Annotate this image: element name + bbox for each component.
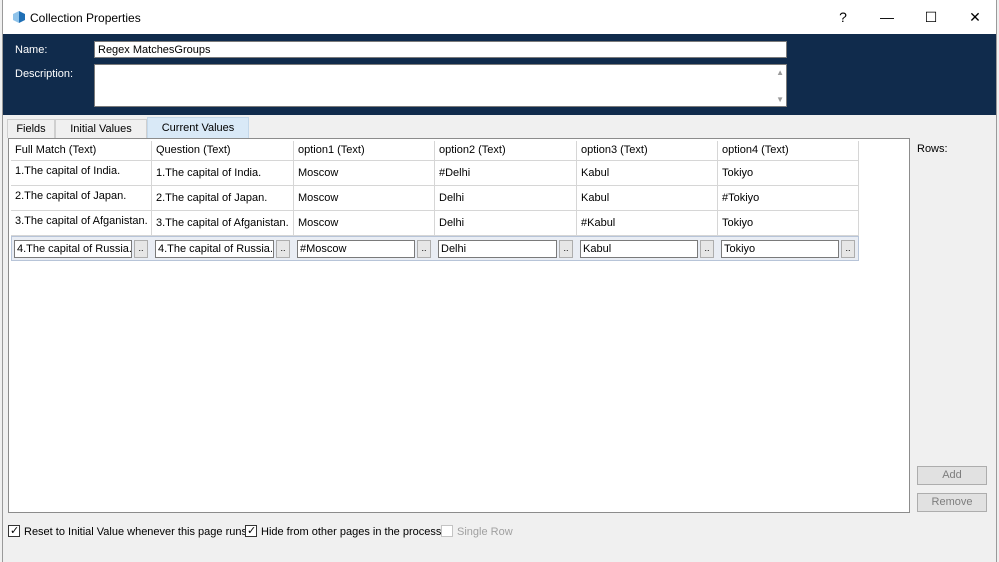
column-header-option1[interactable]: option1 (Text) — [294, 141, 435, 161]
remove-button[interactable]: Remove — [917, 493, 987, 512]
name-label: Name: — [15, 44, 48, 56]
single-row-checkbox[interactable]: Single Row — [441, 525, 521, 539]
column-header-option4[interactable]: option4 (Text) — [718, 141, 859, 161]
grid-cell[interactable]: Tokiyo — [718, 161, 859, 186]
edit-cell-option4[interactable]: Tokiyo — [721, 240, 839, 258]
edit-ellipsis-button[interactable]: .. — [559, 240, 573, 258]
hide-checkbox[interactable]: ✓ Hide from other pages in the process — [245, 525, 441, 539]
grid-cell[interactable]: Moscow — [294, 186, 435, 211]
grid-cell[interactable]: 3.The capital of Afganistan. — [11, 211, 152, 236]
edit-cell-full-match[interactable]: 4.The capital of Russia. — [14, 240, 132, 258]
edit-ellipsis-button[interactable]: .. — [417, 240, 431, 258]
grid-cell[interactable]: Moscow — [294, 161, 435, 186]
app-icon — [13, 11, 25, 23]
column-header-full-match[interactable]: Full Match (Text) — [11, 141, 152, 161]
rows-label: Rows: — [917, 143, 948, 155]
add-button[interactable]: Add — [917, 466, 987, 485]
edit-ellipsis-button[interactable]: .. — [134, 240, 148, 258]
edit-cell-option1[interactable]: #Moscow — [297, 240, 415, 258]
edit-cell-option3[interactable]: Kabul — [580, 240, 698, 258]
grid-cell[interactable]: Tokiyo — [718, 211, 859, 236]
checkbox-box[interactable]: ✓ — [245, 525, 257, 537]
grid-cell[interactable]: 3.The capital of Afganistan. — [152, 211, 294, 236]
grid-cell[interactable]: Kabul — [577, 161, 718, 186]
help-button[interactable]: ? — [821, 0, 865, 34]
grid-cell[interactable]: 2.The capital of Japan. — [152, 186, 294, 211]
scroll-up-icon[interactable]: ▲ — [776, 68, 784, 77]
values-grid: Full Match (Text) Question (Text) option… — [8, 138, 910, 513]
edit-ellipsis-button[interactable]: .. — [841, 240, 855, 258]
scroll-down-icon[interactable]: ▼ — [776, 95, 784, 104]
maximize-button[interactable]: ☐ — [909, 0, 953, 34]
edit-ellipsis-button[interactable]: .. — [276, 240, 290, 258]
check-icon: ✓ — [247, 525, 257, 537]
grid-cell[interactable]: Kabul — [577, 186, 718, 211]
close-button[interactable]: ✕ — [953, 0, 997, 34]
hide-checkbox-label: Hide from other pages in the process — [261, 526, 442, 538]
window-title: Collection Properties — [30, 11, 141, 25]
column-header-option2[interactable]: option2 (Text) — [435, 141, 577, 161]
grid-cell[interactable]: Delhi — [435, 211, 577, 236]
tab-current-values[interactable]: Current Values — [147, 117, 249, 139]
edit-ellipsis-button[interactable]: .. — [700, 240, 714, 258]
title-bar: Collection Properties ? — ☐ ✕ — [3, 0, 996, 34]
grid-cell[interactable]: #Delhi — [435, 161, 577, 186]
tab-fields[interactable]: Fields — [7, 119, 55, 138]
description-label: Description: — [15, 68, 74, 80]
grid-cell[interactable]: 1.The capital of India. — [152, 161, 294, 186]
column-header-option3[interactable]: option3 (Text) — [577, 141, 718, 161]
checkbox-box[interactable] — [441, 525, 453, 537]
reset-checkbox[interactable]: ✓ Reset to Initial Value whenever this p… — [8, 525, 247, 539]
collection-properties-dialog: Collection Properties ? — ☐ ✕ Name: Rege… — [2, 0, 997, 562]
properties-header: Name: Regex MatchesGroups Description: ▲… — [3, 34, 996, 115]
checkbox-box[interactable]: ✓ — [8, 525, 20, 537]
check-icon: ✓ — [10, 525, 20, 537]
grid-cell[interactable]: Moscow — [294, 211, 435, 236]
edit-cell-option2[interactable]: Delhi — [438, 240, 557, 258]
column-header-question[interactable]: Question (Text) — [152, 141, 294, 161]
edit-row: 4.The capital of Russia. .. 4.The capita… — [11, 236, 859, 261]
grid-cell[interactable]: #Kabul — [577, 211, 718, 236]
grid-cell[interactable]: Delhi — [435, 186, 577, 211]
reset-checkbox-label: Reset to Initial Value whenever this pag… — [24, 526, 247, 538]
grid-cell[interactable]: #Tokiyo — [718, 186, 859, 211]
edit-cell-question[interactable]: 4.The capital of Russia. — [155, 240, 274, 258]
tab-initial-values[interactable]: Initial Values — [55, 119, 147, 138]
minimize-button[interactable]: — — [865, 0, 909, 34]
description-input[interactable]: ▲ ▼ — [94, 64, 787, 107]
grid-cell[interactable]: 2.The capital of Japan. — [11, 186, 152, 211]
grid-cell[interactable]: 1.The capital of India. — [11, 161, 152, 186]
single-row-checkbox-label: Single Row — [457, 526, 513, 538]
name-input[interactable]: Regex MatchesGroups — [94, 41, 787, 58]
